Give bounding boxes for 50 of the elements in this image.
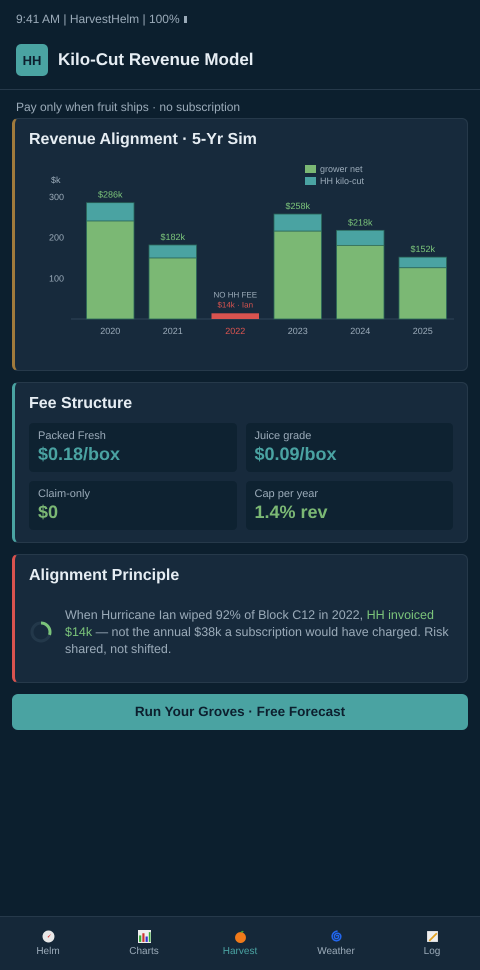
subtitle: Pay only when fruit ships · no subscription [15,99,242,116]
nav-tab[interactable]: Helm [0,917,96,970]
category-label: 2022 [225,326,246,336]
card-title: Alignment Principle [29,567,180,585]
fee-label: Packed Fresh [38,430,107,442]
spiral-icon [330,930,342,943]
nav-tab[interactable]: Charts [96,917,192,970]
value-label: $182k [160,232,186,242]
fee-label: Cap per year [254,488,320,500]
category-label: 2023 [288,326,308,336]
nav-tab[interactable]: Weather [288,917,384,970]
fee-value: $0 [38,502,60,523]
bar-chart-icon [138,930,150,943]
legend-item: grower net [305,164,363,174]
value-label: $218k [348,217,373,228]
status-text: 9:41 AM | HarvestHelm | 100% [16,12,180,26]
fruit-icon [234,930,246,943]
category-label: 2021 [162,326,183,336]
nav-tab[interactable]: Harvest [192,917,288,970]
tick-label: 200 [49,232,64,243]
value-label: $286k [98,190,123,200]
card-title: Revenue Alignment · 5-Yr Sim [29,131,258,149]
fee-value: $0.18/box [38,444,122,465]
fee-value: $0.09/box [254,444,338,465]
principle-text: When Hurricane Ian wiped 92% of Block C12 in 2022, HH invoiced $14k — not the annual $38k a subscription would have charged. Risk shared, not shifted. [65,607,450,658]
card-title: Fee Structure [29,395,134,413]
legend-label: grower net [320,164,364,174]
category-label: 2025 [412,326,433,336]
legend-item: HH kilo-cut [305,176,364,186]
tick-label: 100 [49,273,64,284]
memo-icon [426,930,438,943]
tick-label: 300 [49,192,64,202]
fee-label: Claim-only [38,488,91,500]
annotation-label: NO HH FEE [213,290,258,300]
app-logo: HH [16,44,48,76]
forecast-button[interactable]: Run Your Groves · Free Forecast [12,694,468,730]
axis-label: $k [51,175,61,185]
value-label: $152k [410,244,436,254]
battery-icon [184,16,187,22]
fee-value: 1.4% rev [254,502,329,523]
nav-tab[interactable]: Log [384,917,480,970]
page-title: Kilo-Cut Revenue Model [58,50,254,70]
legend-label: HH kilo-cut [320,176,365,186]
annotation-label: $14k · Ian [217,300,254,310]
compass-icon [42,930,54,943]
progress-ring-icon [29,620,53,644]
category-label: 2020 [100,326,120,336]
category-label: 2024 [350,326,370,336]
fee-label: Juice grade [254,430,312,442]
value-label: $258k [285,201,310,212]
